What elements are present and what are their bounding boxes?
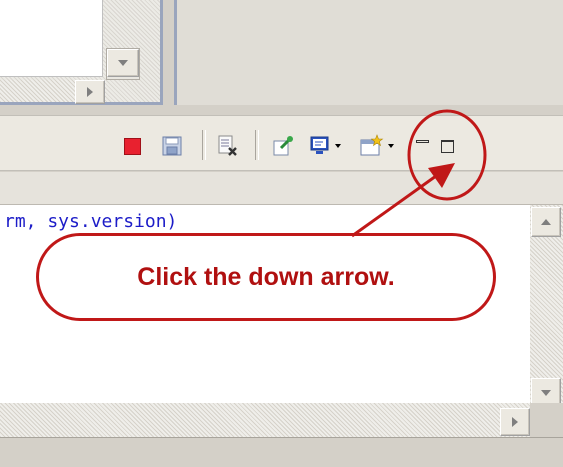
display-console-dropdown[interactable]	[332, 134, 344, 158]
upper-scroll-down-button[interactable]	[107, 49, 139, 77]
maximize-button[interactable]	[435, 134, 459, 158]
new-window-icon	[360, 134, 384, 156]
save-button[interactable]	[160, 134, 184, 158]
stop-icon	[123, 137, 141, 155]
scrollbar-corner	[530, 403, 563, 437]
minimize-button[interactable]	[410, 134, 434, 158]
callout-text: Click the down arrow.	[137, 262, 395, 291]
maximize-icon	[440, 139, 454, 153]
horizontal-scrollbar[interactable]	[0, 403, 530, 437]
toolbar-separator	[255, 130, 259, 160]
panel-divider	[174, 0, 177, 105]
console-text-line: rm, sys.version)	[4, 211, 178, 232]
upper-left-panel-content	[0, 0, 103, 77]
chevron-down-icon	[388, 144, 394, 148]
scroll-right-button[interactable]	[500, 408, 530, 436]
toolbar-separator	[202, 130, 206, 160]
upper-scroll-right-button[interactable]	[75, 80, 105, 104]
arrow-down-icon	[118, 60, 128, 66]
chevron-down-icon	[335, 144, 341, 148]
instruction-callout: Click the down arrow.	[36, 233, 496, 321]
open-console-button[interactable]	[360, 134, 384, 158]
arrow-right-icon	[87, 87, 93, 97]
status-bar	[0, 437, 563, 467]
arrow-up-icon	[541, 219, 551, 225]
open-console-dropdown-arrow[interactable]	[385, 134, 397, 158]
arrow-down-icon	[541, 390, 551, 396]
arrow-right-icon	[512, 417, 518, 427]
display-console-button[interactable]	[308, 134, 332, 158]
panel-splitter[interactable]	[164, 0, 174, 105]
scroll-up-button[interactable]	[531, 207, 561, 237]
save-icon	[162, 136, 182, 156]
pin-icon	[273, 136, 293, 156]
upper-right-panel	[166, 0, 563, 105]
monitor-icon	[310, 136, 329, 154]
console-description-bar	[0, 172, 563, 205]
stop-button[interactable]	[120, 134, 144, 158]
document-x-icon	[218, 135, 237, 156]
pin-console-button[interactable]	[272, 134, 296, 158]
minimize-icon	[415, 139, 429, 143]
remove-terminated-button[interactable]	[216, 134, 240, 158]
toolbar-gap	[0, 105, 563, 115]
